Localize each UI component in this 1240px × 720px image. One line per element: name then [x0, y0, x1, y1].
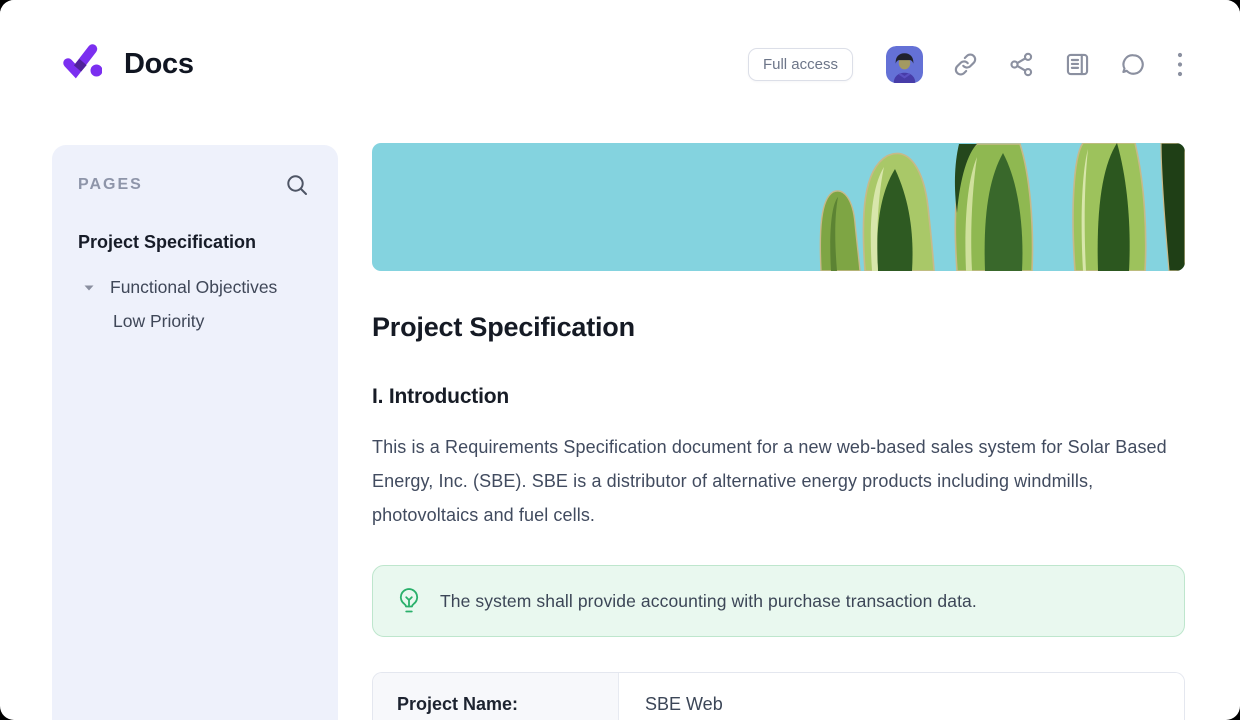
- pages-section-label: PAGES: [78, 176, 143, 194]
- header-actions: Full access: [748, 46, 1184, 83]
- intro-paragraph: This is a Requirements Specification doc…: [372, 430, 1185, 532]
- kebab-menu-icon[interactable]: [1176, 51, 1184, 78]
- chat-icon[interactable]: [1120, 51, 1147, 78]
- sidebar-item-label: Project Specification: [78, 232, 256, 253]
- sidebar-item-label: Low Priority: [113, 311, 204, 332]
- pages-sidebar: PAGES Project Specification Functional O…: [52, 145, 338, 720]
- sidebar-item-label: Functional Objectives: [110, 277, 277, 298]
- spec-table[interactable]: Project Name: SBE Web: [372, 672, 1185, 720]
- sidebar-item-functional-objectives[interactable]: Functional Objectives: [52, 277, 338, 298]
- app-window: Docs Full access: [0, 0, 1240, 720]
- table-row-label: Project Name:: [373, 673, 619, 720]
- user-avatar[interactable]: [886, 46, 923, 83]
- full-access-button[interactable]: Full access: [748, 48, 853, 81]
- cactus-banner-image: [372, 143, 1185, 271]
- table-row-value[interactable]: SBE Web: [619, 673, 1184, 720]
- app-title: Docs: [124, 48, 194, 81]
- link-icon[interactable]: [952, 51, 979, 78]
- sidebar-item-project-specification[interactable]: Project Specification: [52, 232, 338, 253]
- lightbulb-icon: [397, 587, 421, 615]
- page-title: Project Specification: [372, 312, 1185, 343]
- pages-nav: Project Specification Functional Objecti…: [52, 232, 338, 332]
- callout-block[interactable]: The system shall provide accounting with…: [372, 565, 1185, 637]
- document-area: Project Specification I. Introduction Th…: [372, 143, 1185, 720]
- share-icon[interactable]: [1008, 51, 1035, 78]
- chevron-down-icon[interactable]: [82, 281, 96, 295]
- sidebar-item-low-priority[interactable]: Low Priority: [52, 311, 338, 332]
- brand: Docs: [60, 42, 194, 87]
- search-icon[interactable]: [284, 172, 310, 198]
- section-heading: I. Introduction: [372, 385, 1185, 409]
- app-logo-icon: [60, 42, 102, 87]
- feed-icon[interactable]: [1064, 51, 1091, 78]
- app-header: Docs Full access: [0, 0, 1240, 128]
- callout-text: The system shall provide accounting with…: [440, 591, 977, 612]
